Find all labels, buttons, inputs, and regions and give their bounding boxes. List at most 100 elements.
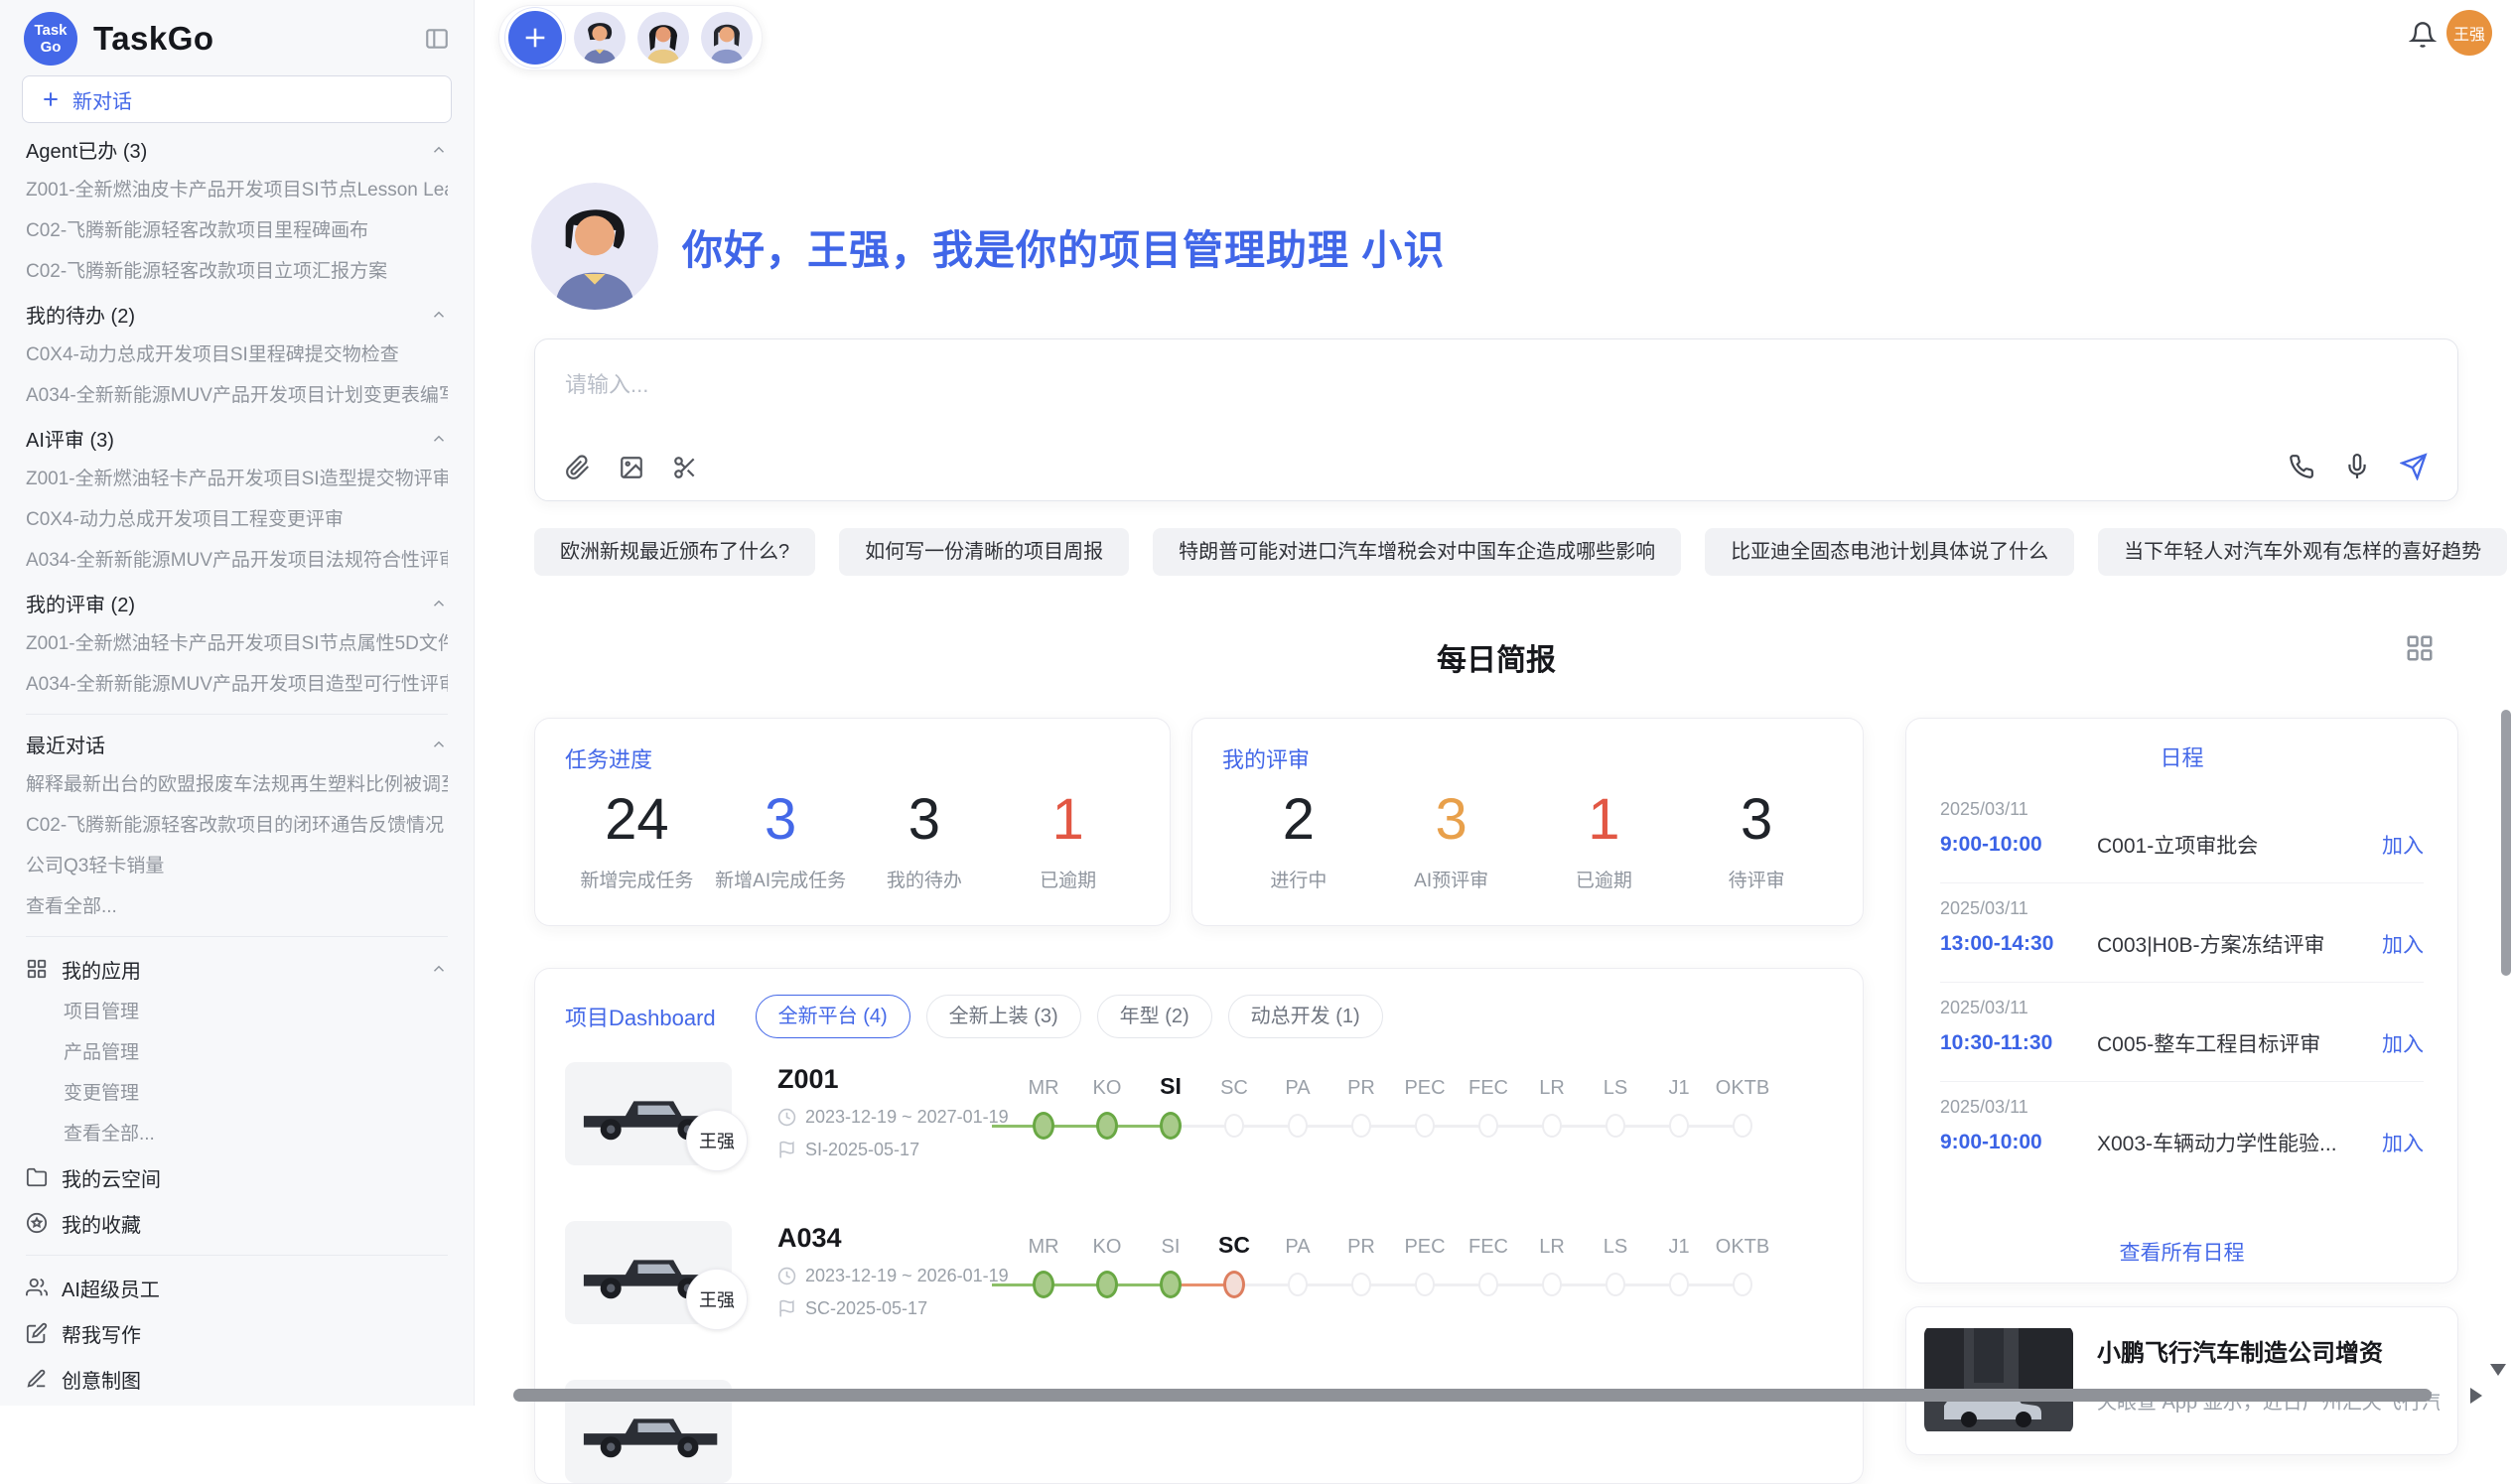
app-link[interactable]: 项目管理 <box>26 992 448 1032</box>
apps-view-all[interactable]: 查看全部... <box>26 1114 448 1154</box>
scroll-right-arrow-icon[interactable] <box>2470 1388 2482 1404</box>
project-name: Z001 <box>777 1064 1012 1095</box>
sidebar-nav: Agent已办 (3) Z001-全新燃油皮卡产品开发项目SI节点Lesson … <box>0 129 474 1402</box>
news-card[interactable]: 小鹏飞行汽车制造公司增资 天眼查 App 显示，近日广州汇天飞行汽... <box>1905 1306 2458 1455</box>
stat-label: 新增完成任务 <box>565 866 709 892</box>
dashboard-tab[interactable]: 全新上装 (3) <box>926 995 1081 1038</box>
user-avatar[interactable]: 王强 <box>2446 10 2492 56</box>
stat-item: 1 已逾期 <box>1528 788 1681 892</box>
stat-label: 已逾期 <box>996 866 1140 892</box>
write-icon <box>26 1322 48 1344</box>
notifications-bell-icon[interactable] <box>2409 21 2437 49</box>
schedule-item: 2025/03/11 10:30-11:30 C005-整车工程目标评审 加入 <box>1940 983 2424 1082</box>
join-meeting-link[interactable]: 加入 <box>2382 830 2424 860</box>
clock-icon <box>777 1267 796 1285</box>
my-cloud-row[interactable]: 我的云空间 <box>26 1154 448 1200</box>
schedule-time: 9:00-10:00 <box>1940 1131 2097 1154</box>
milestone-track: MRKOSISCPAPRPECFECLRLSJ1OKTB <box>1012 1221 1774 1306</box>
attachment-icon[interactable] <box>565 455 591 480</box>
section-header-agent-done[interactable]: Agent已办 (3) <box>26 129 448 170</box>
project-info: Z001 2023-12-19 ~ 2027-01-19 SI-2025-05-… <box>777 1062 1012 1160</box>
app-header: Task Go TaskGo <box>0 0 474 71</box>
join-meeting-link[interactable]: 加入 <box>2382 1128 2424 1157</box>
section-header-my-todo[interactable]: 我的待办 (2) <box>26 294 448 335</box>
schedule-time: 10:30-11:30 <box>1940 1031 2097 1055</box>
card-title: 任务进度 <box>565 742 1140 774</box>
new-chat-button[interactable]: 新对话 <box>22 75 452 123</box>
user-name-badge: 王强 <box>2453 21 2485 45</box>
milestone-oktb: OKTB <box>1711 1062 1774 1147</box>
suggestion-chip[interactable]: 欧洲新规最近颁布了什么? <box>534 528 815 576</box>
milestone-ko: KO <box>1075 1062 1139 1147</box>
my-cloud-label: 我的云空间 <box>62 1163 161 1192</box>
join-meeting-link[interactable]: 加入 <box>2382 929 2424 959</box>
greeting-block: 你好，王强，我是你的项目管理助理 小识 <box>531 183 1445 310</box>
phone-icon[interactable] <box>2289 454 2314 479</box>
conversation-item[interactable]: Z001-全新燃油皮卡产品开发项目SI节点Lesson Learn报告 <box>26 170 448 210</box>
recent-chat-item[interactable]: 解释最新出台的欧盟报废车法规再生塑料比例被调至15%... <box>26 764 448 805</box>
divider <box>26 936 448 937</box>
briefing-layout-icon[interactable] <box>2405 633 2435 663</box>
collapse-sidebar-icon[interactable] <box>424 26 450 52</box>
my-review-item[interactable]: Z001-全新燃油轻卡产品开发项目SI节点属性5D文件评审 <box>26 623 448 664</box>
todo-item[interactable]: A034-全新新能源MUV产品开发项目计划变更表编写 <box>26 375 448 416</box>
suggestion-chip[interactable]: 特朗普可能对进口汽车增税会对中国车企造成哪些影响 <box>1153 528 1681 576</box>
add-assistant-button[interactable] <box>508 11 562 65</box>
my-apps-row[interactable]: 我的应用 <box>26 946 448 992</box>
ai-review-item[interactable]: C0X4-动力总成开发项目工程变更评审 <box>26 499 448 540</box>
assistant-hero-avatar <box>531 183 658 310</box>
section-label: AI评审 (3) <box>26 424 114 453</box>
star-circle-icon <box>26 1212 48 1234</box>
scissors-icon[interactable] <box>672 455 698 480</box>
vertical-scrollbar[interactable] <box>2501 710 2511 976</box>
my-review-item[interactable]: A034-全新新能源MUV产品开发项目造型可行性评审 <box>26 664 448 705</box>
send-icon[interactable] <box>2400 453 2428 480</box>
milestone-ls: LS <box>1584 1062 1647 1147</box>
schedule-title: 日程 <box>1940 719 2424 772</box>
news-image <box>1924 1325 2073 1434</box>
conversation-item[interactable]: C02-飞腾新能源轻客改款项目立项汇报方案 <box>26 251 448 292</box>
section-header-ai-review[interactable]: AI评审 (3) <box>26 418 448 459</box>
recent-view-all[interactable]: 查看全部... <box>26 886 448 927</box>
schedule-item: 2025/03/11 9:00-10:00 C001-立项审批会 加入 <box>1940 784 2424 883</box>
suggestion-chip[interactable]: 当下年轻人对汽车外观有怎样的喜好趋势 <box>2098 528 2507 576</box>
view-all-schedule-link[interactable]: 查看所有日程 <box>1906 1237 2457 1267</box>
help-me-write-row[interactable]: 帮我写作 <box>26 1310 448 1356</box>
milestone-mr: MR <box>1012 1062 1075 1147</box>
assistant-avatar-3[interactable] <box>701 12 753 64</box>
my-favorites-row[interactable]: 我的收藏 <box>26 1200 448 1246</box>
ai-review-item[interactable]: A034-全新新能源MUV产品开发项目法规符合性评审 <box>26 540 448 581</box>
stat-label: 待评审 <box>1680 866 1833 892</box>
mic-icon[interactable] <box>2344 454 2370 479</box>
conversation-item[interactable]: C02-飞腾新能源轻客改款项目里程碑画布 <box>26 210 448 251</box>
dashboard-tab[interactable]: 动总开发 (1) <box>1228 995 1383 1038</box>
schedule-time: 13:00-14:30 <box>1940 932 2097 956</box>
app-link[interactable]: 变更管理 <box>26 1073 448 1114</box>
chevron-up-icon <box>430 306 448 324</box>
section-header-my-review[interactable]: 我的评审 (2) <box>26 583 448 623</box>
dashboard-tab[interactable]: 年型 (2) <box>1097 995 1212 1038</box>
app-link[interactable]: 产品管理 <box>26 1032 448 1073</box>
dashboard-tab[interactable]: 全新平台 (4) <box>756 995 910 1038</box>
creative-drawing-row[interactable]: 创意制图 <box>26 1356 448 1402</box>
ai-super-staff-row[interactable]: AI超级员工 <box>26 1265 448 1310</box>
todo-item[interactable]: C0X4-动力总成开发项目SI里程碑提交物检查 <box>26 335 448 375</box>
project-owner-badge: 王强 <box>686 1269 748 1330</box>
suggestion-chip[interactable]: 如何写一份清晰的项目周报 <box>839 528 1129 576</box>
stat-label: 进行中 <box>1222 866 1375 892</box>
milestone-oktb: OKTB <box>1711 1221 1774 1306</box>
assistant-avatar-2[interactable] <box>637 12 689 64</box>
section-header-recent[interactable]: 最近对话 <box>26 724 448 764</box>
scroll-down-arrow-icon[interactable] <box>2490 1364 2506 1376</box>
horizontal-scrollbar[interactable] <box>513 1389 2432 1402</box>
suggestion-chip[interactable]: 比亚迪全固态电池计划具体说了什么 <box>1705 528 2074 576</box>
recent-chat-item[interactable]: 公司Q3轻卡销量 <box>26 846 448 886</box>
ai-review-item[interactable]: Z001-全新燃油轻卡产品开发项目SI造型提交物评审 <box>26 459 448 499</box>
join-meeting-link[interactable]: 加入 <box>2382 1028 2424 1058</box>
recent-chat-item[interactable]: C02-飞腾新能源轻客改款项目的闭环通告反馈情况 <box>26 805 448 846</box>
project-row-a034[interactable]: 王强 A034 2023-12-19 ~ 2026-01-19 SC-2025-… <box>565 1221 1833 1340</box>
image-icon[interactable] <box>619 455 644 480</box>
project-row-z001[interactable]: 王强 Z001 2023-12-19 ~ 2027-01-19 SI-2025-… <box>565 1062 1833 1181</box>
chat-input[interactable]: 请输入... <box>534 338 2458 501</box>
assistant-avatar-1[interactable] <box>574 12 626 64</box>
